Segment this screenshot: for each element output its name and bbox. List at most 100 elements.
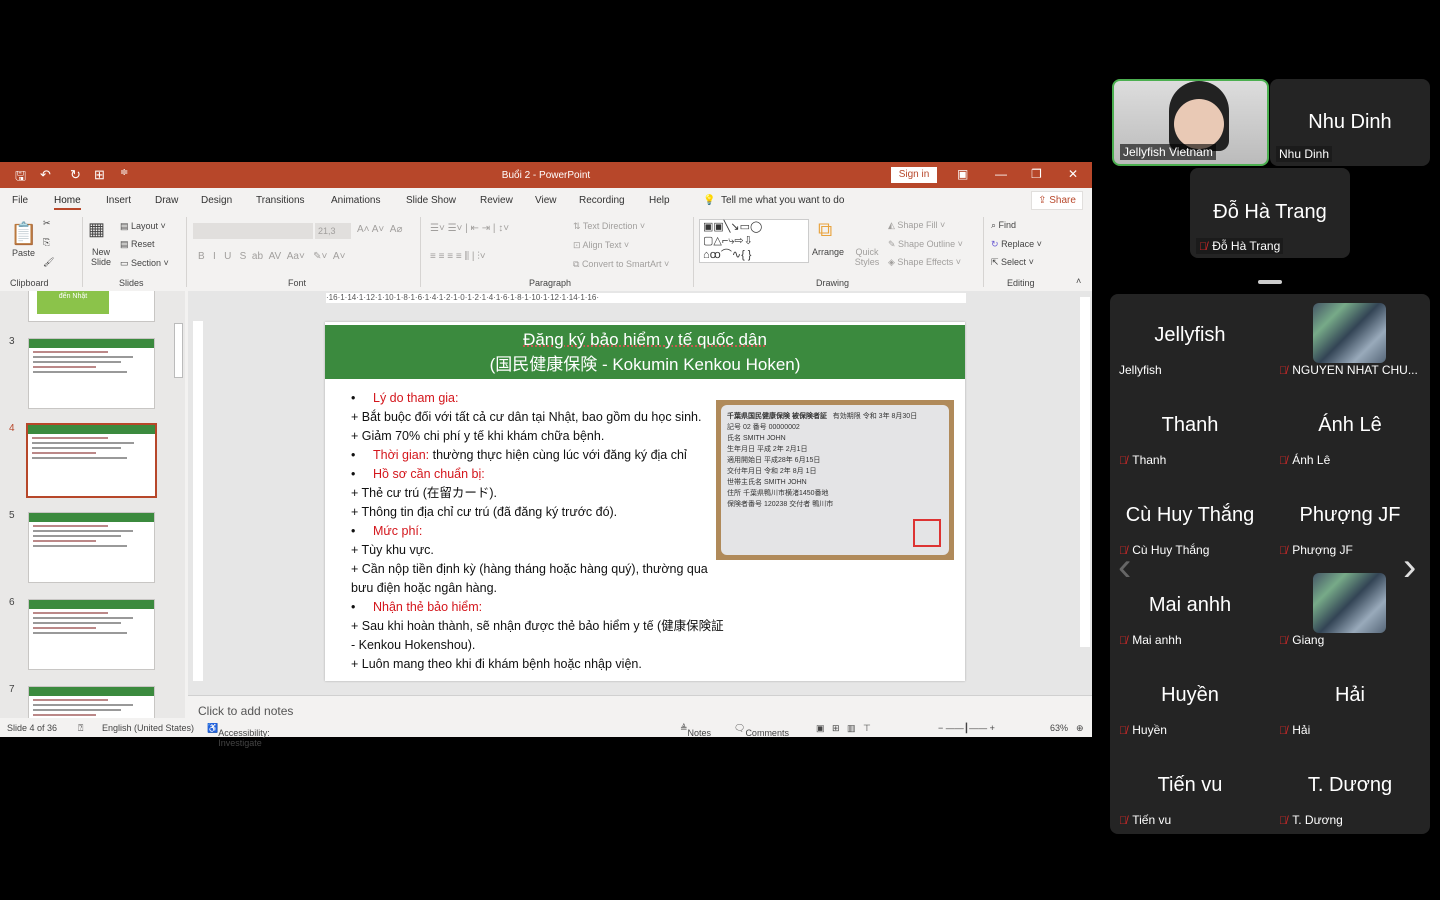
font-name-select[interactable] (193, 223, 313, 239)
slide-text-line: Thời gian: thường thực hiện cùng lúc với… (351, 446, 731, 465)
participant-name: 🎙̸ NGUYEN NHAT CHU... (1279, 363, 1418, 377)
align-text-button[interactable]: ⊡ Align Text ˅ (573, 240, 629, 251)
tab-file[interactable]: File (12, 195, 28, 206)
cut-icon[interactable]: ✂ (43, 218, 51, 229)
slide-thumbnail[interactable] (26, 423, 157, 498)
tab-draw[interactable]: Draw (155, 195, 178, 206)
participant-tile[interactable]: Ánh Lê 🎙̸ Ánh Lê (1270, 384, 1430, 474)
resize-handle[interactable] (1258, 280, 1282, 284)
reset-button[interactable]: ▤ Reset (120, 239, 155, 250)
restore-button[interactable]: ❐ (1031, 167, 1042, 181)
minimize-button[interactable]: — (995, 167, 1007, 181)
view-buttons[interactable]: ▣ ⊞ ▥ ⊤ (816, 723, 871, 734)
horizontal-ruler: ·16·1·14·1·12·1·10·1·8·1·6·1·4·1·2·1·0·1… (326, 293, 966, 303)
close-button[interactable]: ✕ (1068, 167, 1078, 181)
tab-recording[interactable]: Recording (579, 195, 625, 206)
participant-tile[interactable]: Cù Huy Thắng 🎙̸ Cù Huy Thắng (1110, 474, 1270, 564)
participant-tile[interactable]: Thanh 🎙̸ Thanh (1110, 384, 1270, 474)
sign-in-button[interactable]: Sign in (891, 167, 937, 183)
participant-tile[interactable]: Tiến vu 🎙̸ Tiến vu (1110, 744, 1270, 834)
slide-text-line: + Thẻ cư trú (在留カード). (351, 486, 498, 500)
slide-thumbnail[interactable] (28, 599, 155, 670)
participant-tile[interactable]: Mai anhh 🎙̸ Mai anhh (1110, 564, 1270, 654)
ribbon-display-icon[interactable]: ▣ (957, 167, 968, 181)
participant-name: 🎙̸ Đỗ Hà Trang (1196, 238, 1284, 254)
mic-muted-icon: 🎙̸ (1279, 815, 1288, 827)
zoom-slider[interactable]: − ——┃—— + (938, 723, 995, 734)
find-button[interactable]: ⌕ Find (991, 220, 1016, 231)
language-status[interactable]: English (United States) (102, 723, 194, 733)
collapse-ribbon-icon[interactable]: ˄ (1076, 276, 1081, 286)
tab-help[interactable]: Help (649, 195, 670, 206)
slide-thumbnail[interactable]: đến Nhật (28, 291, 155, 322)
share-button[interactable]: ⇪ Share (1031, 191, 1083, 210)
slide-thumbnail[interactable] (28, 338, 155, 409)
copy-icon[interactable]: ⎘ (43, 237, 50, 248)
paste-button[interactable]: Paste (12, 248, 35, 258)
slide-title[interactable]: Đăng ký bảo hiểm y tế quốc dân (国民健康保険 - … (325, 325, 965, 379)
slide-scrollbar[interactable] (1080, 297, 1090, 647)
participant-tile[interactable]: 🎙̸ NGUYEN NHAT CHU... (1270, 294, 1430, 384)
shapes-gallery[interactable]: ▣▣╲↘▭◯ ▢△⌐⤷⇨⇩ ⌂ꝏ⌒∿{ } (699, 219, 809, 263)
participant-avatar-photo (1313, 573, 1386, 633)
new-slide-icon[interactable]: ▦ (88, 219, 105, 240)
select-button[interactable]: ⇱ Select ˅ (991, 257, 1034, 268)
spellcheck-icon[interactable]: ⍰ (78, 723, 83, 734)
slide-body-text[interactable]: Lý do tham gia: + Bắt buộc đối với tất cả… (351, 389, 731, 674)
format-painter-icon[interactable]: 🖌 (43, 257, 54, 268)
notes-pane[interactable]: Click to add notes (188, 695, 1092, 718)
active-speaker-video[interactable]: Jellyfish Vietnam (1112, 79, 1269, 166)
next-page-arrow[interactable]: › (1403, 545, 1416, 590)
accessibility-status[interactable]: ♿ Accessibility: Investigate (207, 723, 270, 748)
quick-styles-button[interactable]: Quick Styles (850, 247, 884, 267)
prev-page-arrow[interactable]: ‹ (1118, 545, 1131, 590)
new-slide-button[interactable]: New Slide (86, 247, 116, 267)
zoom-level[interactable]: 63% (1050, 723, 1068, 733)
list-buttons[interactable]: ☰˅ ☰˅ | ⇤ ⇥ | ↕˅ (430, 223, 509, 234)
layout-button[interactable]: ▤ Layout ˅ (120, 221, 166, 232)
mic-muted-icon: 🎙̸ (1279, 545, 1288, 557)
tab-animations[interactable]: Animations (331, 195, 380, 206)
replace-button[interactable]: ↻ Replace ˅ (991, 239, 1042, 250)
insurance-card-image[interactable]: 千葉県国民健康保険 被保険者証 有効期限 令和 3年 8月30日 記号 02 番… (716, 400, 954, 560)
text-direction-button[interactable]: ⇅ Text Direction ˅ (573, 221, 645, 232)
slide-text-line: + Bắt buộc đối với tất cả cư dân tại Nhậ… (351, 410, 702, 424)
tab-home[interactable]: Home (54, 195, 81, 210)
font-size-buttons[interactable]: A˄ A˅ A⌀ (357, 224, 403, 235)
notes-button[interactable]: ≜ Notes (680, 723, 711, 738)
tab-transitions[interactable]: Transitions (256, 195, 305, 206)
thumbnails-scrollbar[interactable] (172, 291, 185, 718)
arrange-button[interactable]: Arrange (812, 247, 844, 257)
participant-tile[interactable]: Jellyfish Jellyfish (1110, 294, 1270, 384)
paste-icon[interactable]: 📋 (10, 221, 37, 247)
group-label: Slides (119, 278, 144, 288)
slide-thumbnails-pane[interactable]: đến Nhật 3 4 5 6 7 (0, 291, 172, 718)
shape-effects-button[interactable]: ◈ Shape Effects ˅ (888, 257, 961, 268)
participant-tile[interactable]: Đỗ Hà Trang 🎙̸ Đỗ Hà Trang (1190, 168, 1350, 258)
slide-thumbnail[interactable] (28, 512, 155, 583)
participant-tile[interactable]: Huyền 🎙̸ Huyền (1110, 654, 1270, 744)
comments-button[interactable]: 🗨 Comments (734, 723, 789, 738)
font-size-select[interactable]: 21,3 (315, 223, 351, 239)
tab-view[interactable]: View (535, 195, 557, 206)
tab-design[interactable]: Design (201, 195, 232, 206)
tell-me-search[interactable]: 💡 Tell me what you want to do (703, 195, 844, 206)
align-buttons[interactable]: ≡ ≡ ≡ ≡ ⫼ | ⫶˅ (430, 251, 486, 262)
vertical-ruler (193, 321, 203, 681)
mic-muted-icon: 🎙̸ (1119, 455, 1128, 467)
participant-tile[interactable]: T. Dương 🎙̸ T. Dương (1270, 744, 1430, 834)
tab-slide-show[interactable]: Slide Show (406, 195, 456, 206)
participant-tile[interactable]: Hải 🎙̸ Hải (1270, 654, 1430, 744)
tab-insert[interactable]: Insert (106, 195, 131, 206)
shape-outline-button[interactable]: ✎ Shape Outline ˅ (888, 239, 963, 250)
shape-fill-button[interactable]: ◭ Shape Fill ˅ (888, 220, 945, 231)
convert-smartart-button[interactable]: ⧉ Convert to SmartArt ˅ (573, 259, 669, 270)
slide-canvas[interactable]: Đăng ký bảo hiểm y tế quốc dân (国民健康保険 - … (325, 322, 965, 681)
slide-thumbnail[interactable] (28, 686, 155, 718)
tab-review[interactable]: Review (480, 195, 513, 206)
arrange-icon[interactable]: ⧉ (818, 219, 832, 242)
participant-tile[interactable]: Nhu Dinh Nhu Dinh (1270, 79, 1430, 166)
section-button[interactable]: ▭ Section ˅ (120, 258, 169, 269)
fit-slide-icon[interactable]: ⊕ (1076, 723, 1084, 734)
font-format-buttons[interactable]: B I U S ab AV Aa˅ ✎˅ A˅ (198, 251, 345, 262)
